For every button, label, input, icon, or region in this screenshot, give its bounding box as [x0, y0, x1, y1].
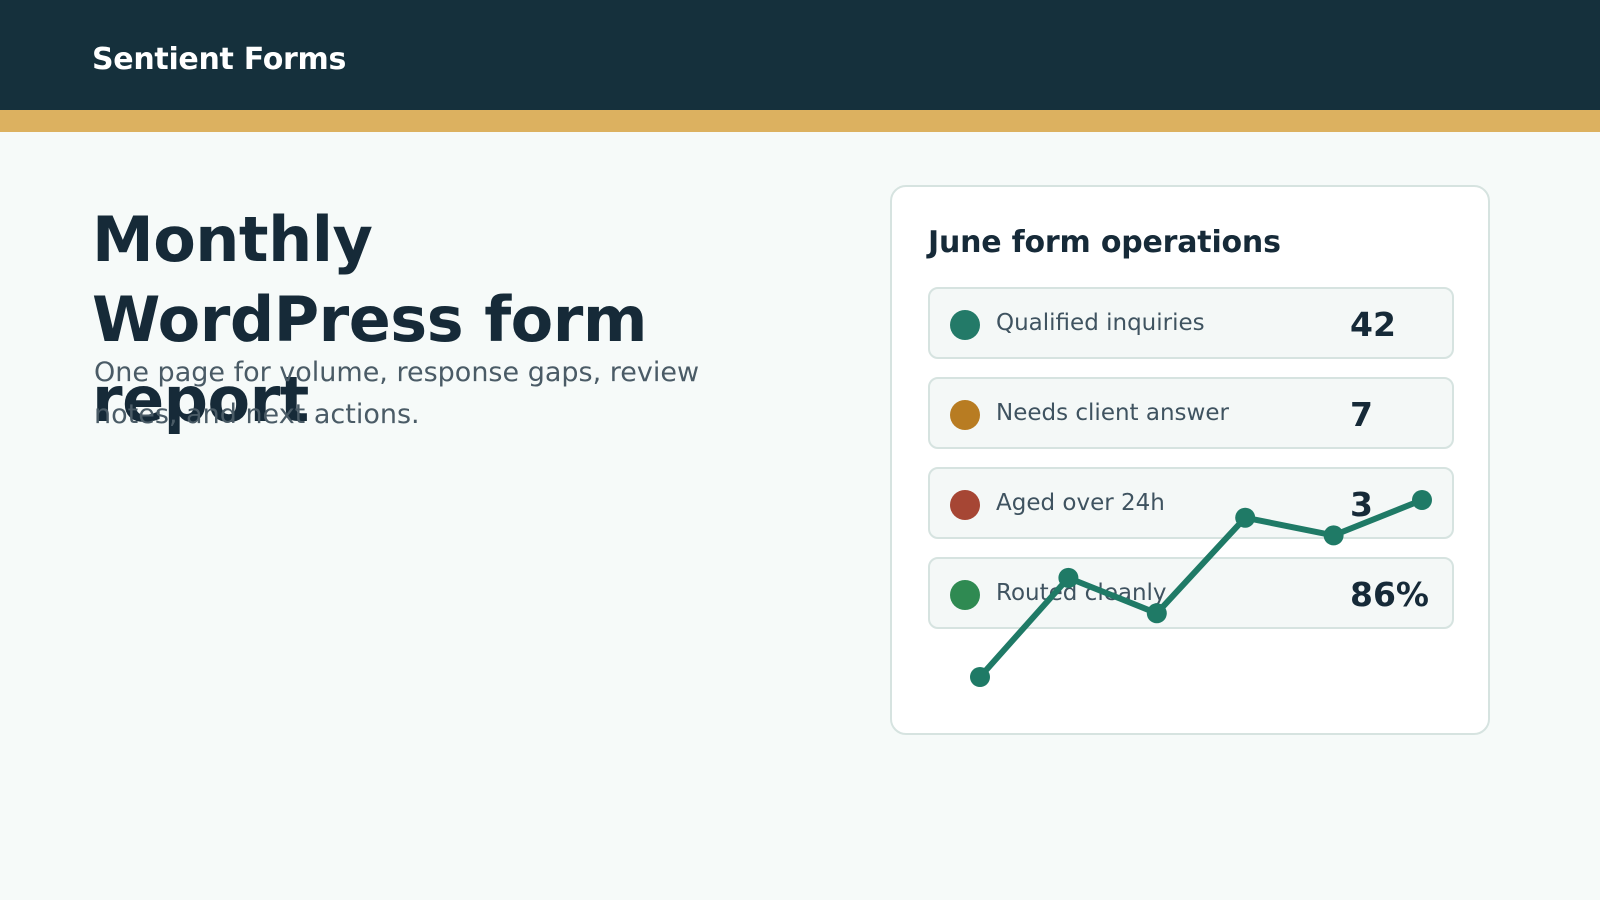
metric-needs-client-answer: Needs client answer 7 [928, 377, 1454, 449]
accent-bar [0, 110, 1600, 132]
metric-routed-cleanly: Routed cleanly 86% [928, 557, 1454, 629]
trend-point-0 [970, 667, 990, 687]
metric-label: Needs client answer [996, 400, 1229, 426]
metric-value: 42 [1350, 305, 1396, 344]
brand-name: Sentient Forms [92, 42, 347, 77]
trend-sparkline [970, 490, 1432, 687]
metric-label: Qualified inquiries [996, 310, 1205, 336]
metric-qualified-inquiries: Qualified inquiries 42 [928, 287, 1454, 359]
card-title: June form operations [928, 225, 1281, 260]
metric-value: 86% [1350, 575, 1429, 614]
status-dot [950, 400, 980, 430]
metric-value: 3 [1350, 485, 1373, 524]
metric-label: Aged over 24h [996, 490, 1165, 516]
metric-value: 7 [1350, 395, 1373, 434]
metric-aged-over-24h: Aged over 24h 3 [928, 467, 1454, 539]
top-bar: Sentient Forms [0, 0, 1600, 110]
metric-label: Routed cleanly [996, 580, 1167, 606]
operations-card: June form operations Qualified inquiries… [890, 185, 1490, 735]
page-subtitle: One page for volume, response gaps, revi… [94, 357, 700, 430]
status-dot [950, 310, 980, 340]
status-dot [950, 490, 980, 520]
status-dot [950, 580, 980, 610]
